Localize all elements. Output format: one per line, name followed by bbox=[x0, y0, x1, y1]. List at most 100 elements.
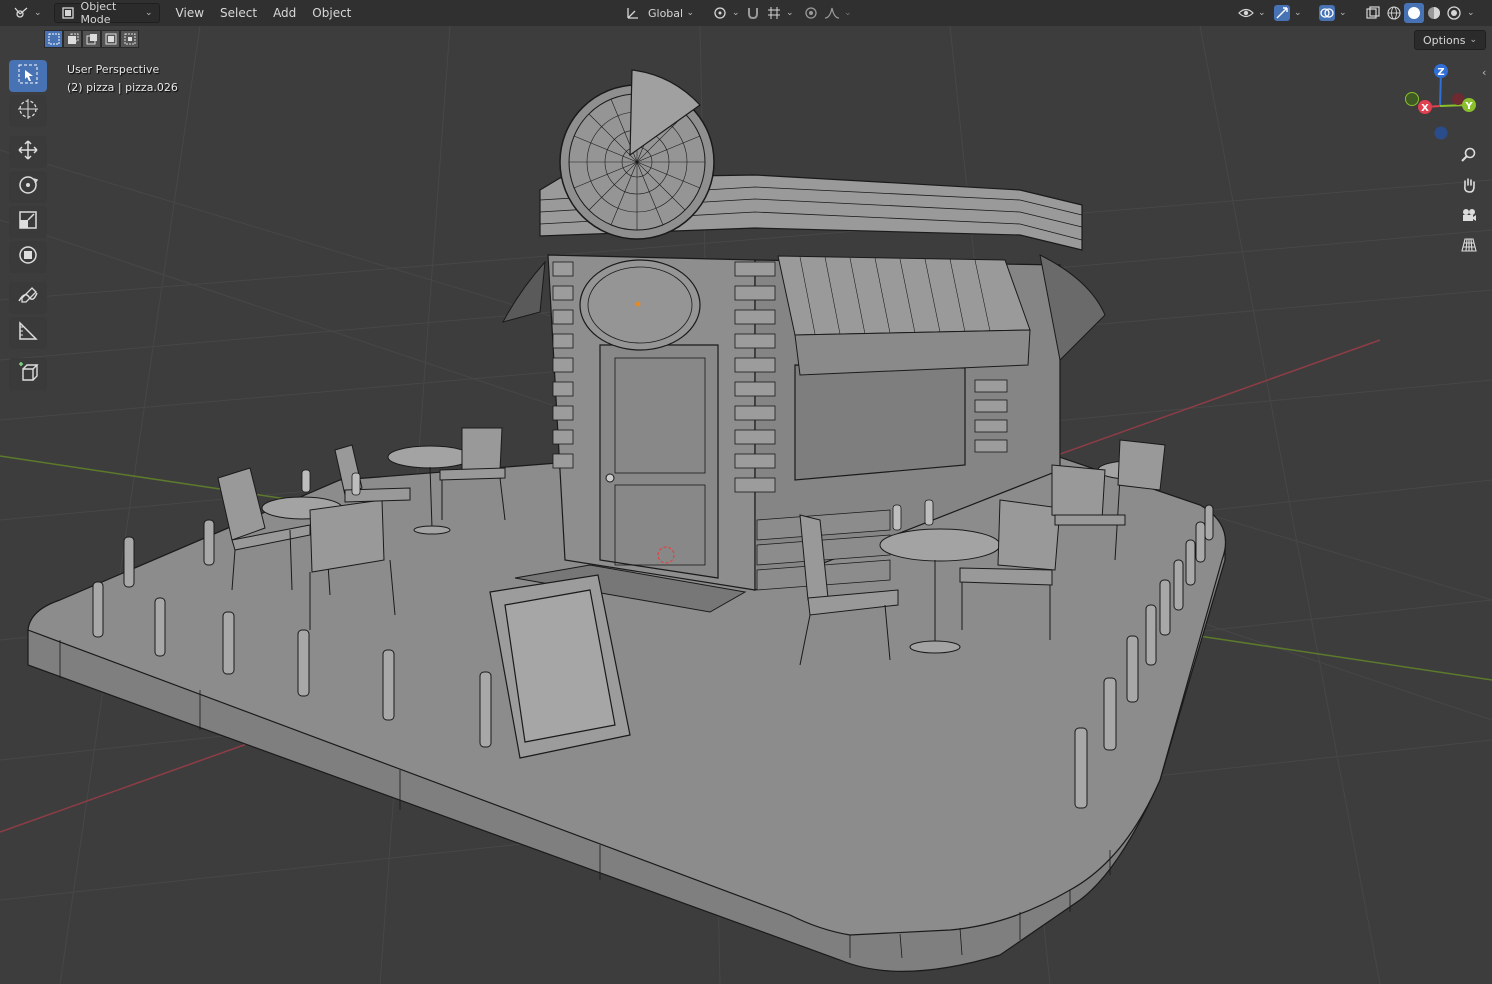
gizmo-arrows-icon bbox=[1274, 5, 1290, 21]
select-difference-icon bbox=[105, 30, 117, 49]
magnet-icon bbox=[746, 6, 760, 20]
tool-cursor[interactable] bbox=[9, 95, 47, 127]
tool-transform[interactable] bbox=[9, 241, 47, 273]
blender-window: ⌄ Object Mode ⌄ View Select Add Object G… bbox=[0, 0, 1492, 984]
gizmo-neg-y-handle[interactable] bbox=[1405, 92, 1419, 106]
solid-sphere-icon bbox=[1407, 6, 1421, 20]
menu-view[interactable]: View bbox=[168, 3, 212, 23]
scale-icon bbox=[17, 209, 39, 235]
tool-rotate[interactable] bbox=[9, 171, 47, 203]
magnifier-icon bbox=[1461, 147, 1477, 167]
rendered-sphere-icon bbox=[1447, 6, 1461, 20]
select-mode-set[interactable] bbox=[44, 30, 63, 48]
chevron-down-icon: ⌄ bbox=[844, 8, 852, 18]
select-mode-subtract[interactable] bbox=[82, 30, 101, 48]
navigation-gizmo[interactable]: Z Y X bbox=[1400, 60, 1484, 144]
mode-selector[interactable]: Object Mode ⌄ bbox=[53, 0, 160, 26]
wireframe-sphere-icon bbox=[1387, 6, 1401, 20]
snap-target-button[interactable]: ⌄ bbox=[760, 3, 800, 23]
chevron-down-icon: ⌄ bbox=[1467, 8, 1475, 18]
gizmo-toggle[interactable]: ⌄ bbox=[1268, 3, 1308, 23]
viewport-header: ⌄ Object Mode ⌄ View Select Add Object G… bbox=[0, 0, 1492, 26]
menu-select[interactable]: Select bbox=[212, 3, 265, 23]
chevron-down-icon: ⌄ bbox=[1469, 35, 1477, 45]
select-mode-extend[interactable] bbox=[63, 30, 82, 48]
shop-window bbox=[794, 364, 966, 481]
3d-viewport-icon bbox=[14, 6, 30, 20]
shading-material-button[interactable] bbox=[1424, 3, 1444, 23]
awning-main bbox=[777, 255, 1031, 336]
tool-add-cube[interactable] bbox=[9, 358, 47, 390]
select-subtract-icon bbox=[86, 30, 98, 49]
pan-button[interactable] bbox=[1456, 174, 1482, 200]
chevron-down-icon: ⌄ bbox=[1294, 8, 1302, 18]
perspective-toggle-button[interactable] bbox=[1456, 234, 1482, 260]
select-mode-group bbox=[44, 30, 139, 50]
move-arrows-icon bbox=[17, 139, 39, 165]
gizmo-y-label: Y bbox=[1464, 101, 1473, 112]
xray-icon bbox=[1366, 6, 1380, 20]
eye-icon bbox=[1238, 6, 1254, 20]
menu-add[interactable]: Add bbox=[265, 3, 304, 23]
chevron-down-icon: ⌄ bbox=[34, 8, 42, 18]
object-mode-icon bbox=[61, 6, 75, 20]
shading-options-button[interactable]: ⌄ bbox=[1464, 3, 1478, 23]
gizmo-z-label: Z bbox=[1437, 67, 1444, 78]
orientation-label: Global bbox=[648, 6, 684, 20]
tool-measure[interactable] bbox=[9, 317, 47, 349]
active-object-name: (2) pizza | pizza.026 bbox=[67, 81, 178, 94]
select-new-icon bbox=[48, 30, 60, 49]
tool-annotate[interactable] bbox=[9, 282, 47, 314]
options-dropdown[interactable]: Options ⌄ bbox=[1414, 30, 1486, 50]
overlays-toggle[interactable]: ⌄ bbox=[1313, 3, 1353, 23]
tool-scale[interactable] bbox=[9, 206, 47, 238]
xray-toggle[interactable] bbox=[1360, 3, 1386, 23]
measure-ruler-icon bbox=[17, 320, 39, 346]
tool-shelf bbox=[9, 60, 49, 393]
select-box-icon bbox=[17, 63, 39, 89]
orientation-icon bbox=[626, 6, 640, 20]
transform-orientation-selector[interactable]: Global ⌄ bbox=[620, 3, 700, 23]
rotate-icon bbox=[17, 174, 39, 200]
shading-wireframe-button[interactable] bbox=[1384, 3, 1404, 23]
camera-icon bbox=[1461, 207, 1477, 227]
material-sphere-icon bbox=[1427, 6, 1441, 20]
shading-rendered-button[interactable] bbox=[1444, 3, 1464, 23]
falloff-button[interactable]: ⌄ bbox=[818, 3, 858, 23]
gizmo-x-label: X bbox=[1421, 103, 1429, 114]
cursor-3d-icon bbox=[17, 98, 39, 124]
options-label: Options bbox=[1423, 33, 1466, 47]
chevron-down-icon: ⌄ bbox=[732, 8, 740, 18]
falloff-curve-icon bbox=[824, 6, 840, 20]
proportional-icon bbox=[804, 6, 818, 20]
gizmo-neg-z-handle[interactable] bbox=[1434, 126, 1448, 140]
3d-viewport[interactable] bbox=[0, 26, 1492, 984]
viewport-info: User Perspective (2) pizza | pizza.026 bbox=[67, 61, 178, 97]
shading-solid-button[interactable] bbox=[1404, 3, 1424, 23]
transform-icon bbox=[17, 244, 39, 270]
view-name: User Perspective bbox=[67, 63, 160, 76]
pivot-icon bbox=[712, 6, 728, 20]
tool-select-box[interactable] bbox=[9, 60, 47, 92]
menu-object[interactable]: Object bbox=[304, 3, 359, 23]
mode-label: Object Mode bbox=[80, 0, 117, 26]
tool-move[interactable] bbox=[9, 136, 47, 168]
chevron-down-icon: ⌄ bbox=[1258, 8, 1266, 18]
camera-view-button[interactable] bbox=[1456, 204, 1482, 230]
select-intersect-icon bbox=[124, 30, 136, 49]
select-mode-difference[interactable] bbox=[101, 30, 120, 48]
chevron-down-icon: ⌄ bbox=[1339, 8, 1347, 18]
add-cube-icon bbox=[17, 361, 39, 387]
editor-type-button[interactable]: ⌄ bbox=[8, 3, 48, 23]
chevron-down-icon: ⌄ bbox=[145, 8, 153, 18]
chevron-down-icon: ⌄ bbox=[786, 8, 794, 18]
select-mode-intersect[interactable] bbox=[120, 30, 139, 48]
object-visibility-button[interactable]: ⌄ bbox=[1232, 3, 1272, 23]
front-door bbox=[599, 344, 719, 579]
select-extend-icon bbox=[67, 30, 79, 49]
snap-grid-icon bbox=[766, 6, 782, 20]
gizmo-neg-x-handle[interactable] bbox=[1452, 93, 1464, 105]
zoom-button[interactable] bbox=[1456, 144, 1482, 170]
annotate-pencil-icon bbox=[17, 285, 39, 311]
sidebar-toggle-arrow[interactable]: ‹ bbox=[1482, 66, 1486, 79]
